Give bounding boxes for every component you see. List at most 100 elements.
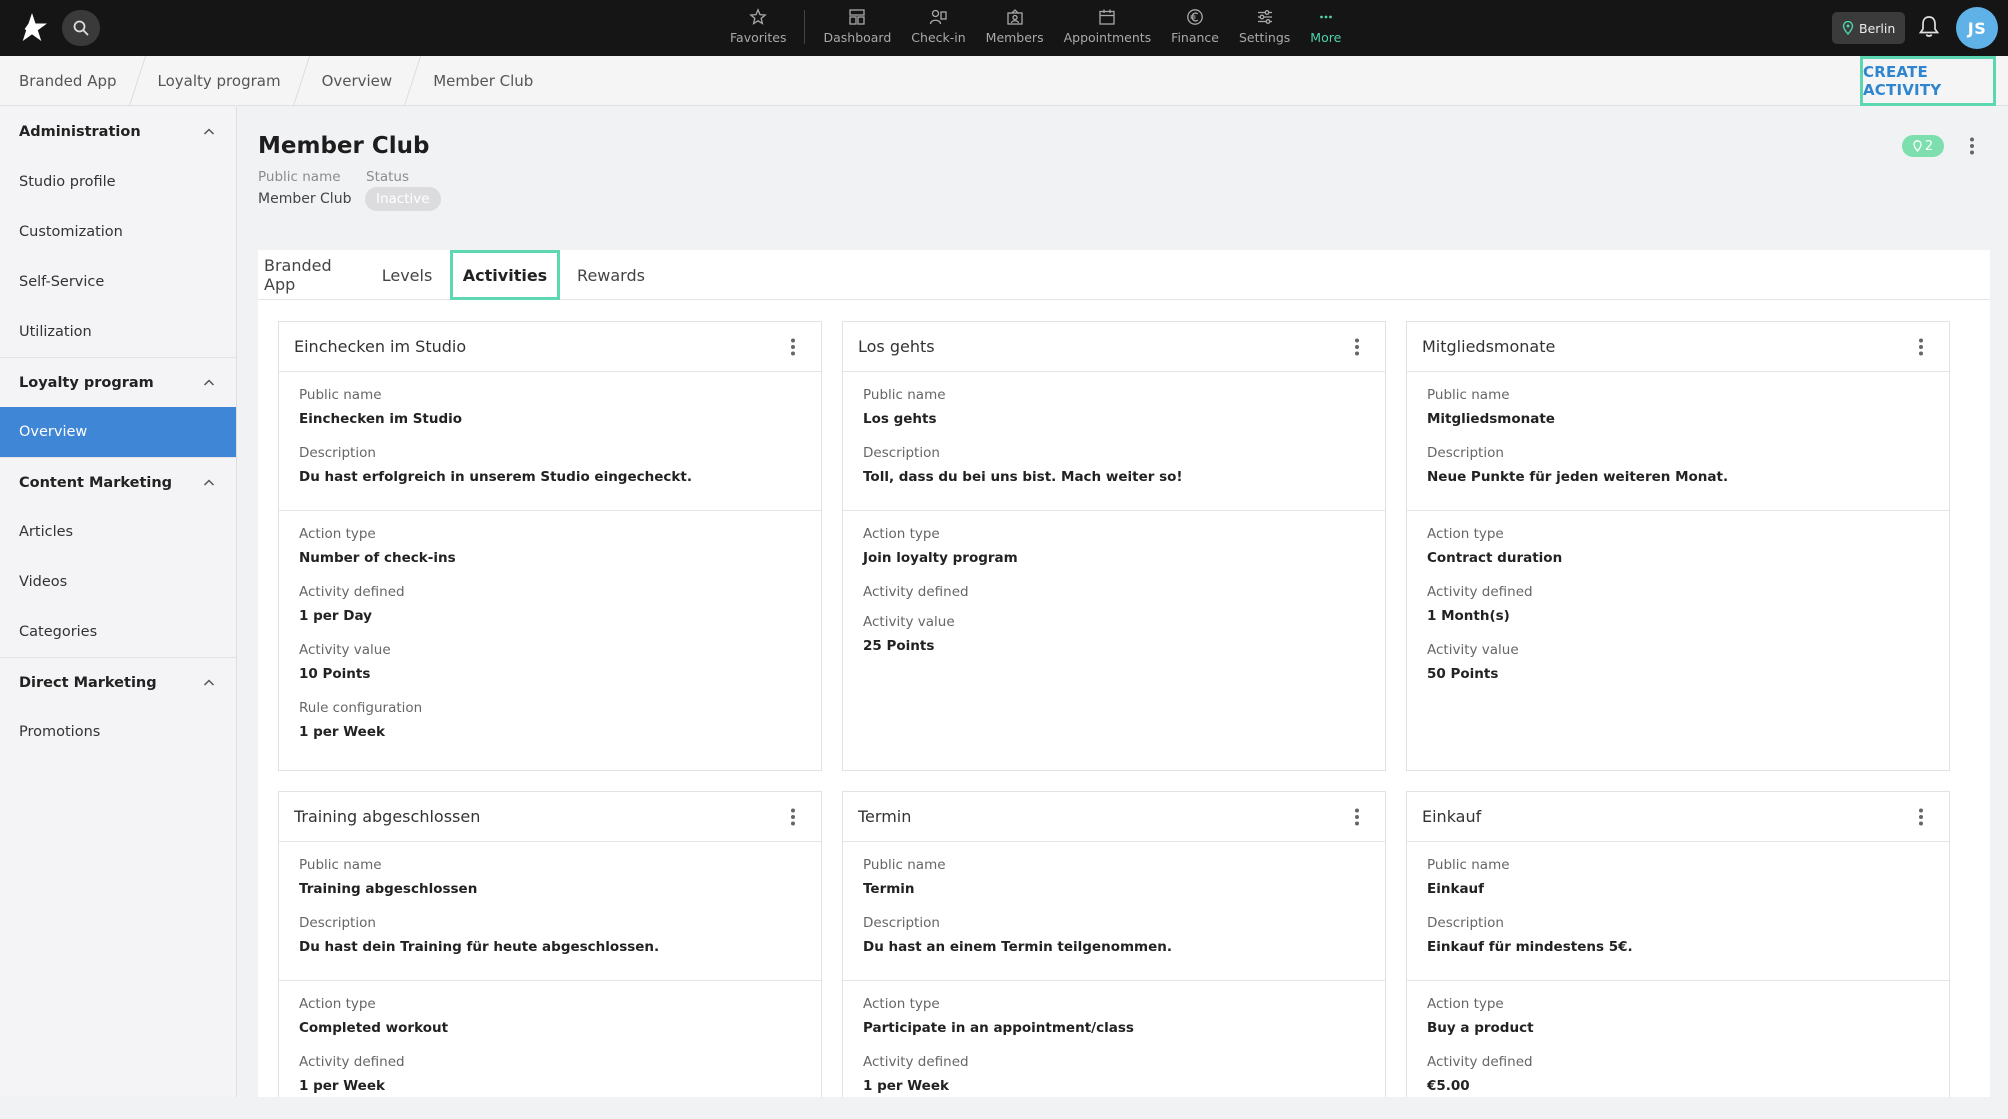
tab-rewards[interactable]: Rewards: [577, 250, 645, 300]
breadcrumb-item-branded-app[interactable]: Branded App: [0, 56, 137, 106]
card-title: Training abgeschlossen: [294, 807, 481, 826]
bell-icon[interactable]: [1916, 14, 1942, 40]
card-rules-section: Action type Join loyalty program Activit…: [843, 511, 1385, 679]
tab-bar: Branded App Levels Activities Rewards: [258, 250, 1990, 300]
public-name-label: Public name: [258, 169, 341, 185]
field-label: Activity value: [299, 642, 391, 658]
breadcrumb-item-member-club: Member Club: [433, 72, 534, 90]
page-more-button[interactable]: [1962, 133, 1982, 159]
field-value: Neue Punkte für jeden weiteren Monat.: [1427, 469, 1729, 485]
sidebar-section-administration[interactable]: Administration: [0, 107, 236, 157]
sidebar-item-overview[interactable]: Overview: [0, 407, 236, 457]
page-title: Member Club: [258, 133, 430, 159]
field-value: Mitgliedsmonate: [1427, 411, 1555, 427]
field-label: Description: [1427, 915, 1504, 931]
sidebar-item-videos[interactable]: Videos: [0, 557, 236, 607]
field-label: Action type: [1427, 996, 1504, 1012]
more-vertical-icon: [1919, 808, 1923, 825]
nav-label: Settings: [1239, 30, 1291, 45]
activity-card: Training abgeschlossen Public name Train…: [278, 791, 822, 1097]
nav-appointments[interactable]: Appointments: [1054, 6, 1162, 45]
field-value: 1 per Week: [299, 1078, 385, 1094]
nav-finance[interactable]: Finance: [1161, 6, 1229, 45]
search-button[interactable]: [62, 10, 100, 46]
card-more-button[interactable]: [1349, 806, 1365, 828]
sidebar-item-articles[interactable]: Articles: [0, 507, 236, 557]
card-more-button[interactable]: [785, 806, 801, 828]
chevron-up-icon: [203, 128, 215, 135]
card-info-section: Public name Training abgeschlossen Descr…: [279, 842, 821, 981]
create-activity-button[interactable]: CREATE ACTIVITY: [1860, 56, 1996, 106]
nav-settings[interactable]: Settings: [1229, 6, 1300, 45]
card-more-button[interactable]: [785, 336, 801, 358]
sidebar-section-direct-marketing[interactable]: Direct Marketing: [0, 657, 236, 707]
sidebar-item-self-service[interactable]: Self-Service: [0, 257, 236, 307]
sidebar-item-promotions[interactable]: Promotions: [0, 707, 236, 757]
user-avatar[interactable]: JS: [1956, 7, 1998, 49]
field-label: Action type: [863, 996, 940, 1012]
location-selector[interactable]: Berlin: [1832, 12, 1906, 44]
nav-check-in[interactable]: Check-in: [901, 6, 975, 45]
nav-label: Favorites: [730, 30, 787, 45]
card-more-button[interactable]: [1913, 806, 1929, 828]
nav-members[interactable]: Members: [976, 6, 1054, 45]
field-value: 1 per Day: [299, 608, 372, 624]
card-title: Los gehts: [858, 337, 935, 356]
tab-activities[interactable]: Activities: [450, 250, 560, 300]
card-info-section: Public name Einchecken im Studio Descrip…: [279, 372, 821, 511]
field-label: Public name: [1427, 387, 1510, 403]
field-label: Description: [863, 915, 940, 931]
nav-label: Check-in: [911, 30, 966, 45]
card-rules-section: Action type Contract duration Activity d…: [1407, 511, 1949, 707]
dashboard-icon: [849, 9, 866, 25]
card-header: Einkauf: [1407, 792, 1949, 842]
sidebar-section-loyalty-program[interactable]: Loyalty program: [0, 357, 236, 407]
field-label: Activity defined: [863, 1054, 969, 1070]
field-label: Action type: [299, 526, 376, 542]
top-bar: Favorites Dashboard Check-in Members App…: [0, 0, 2008, 56]
field-value: €5.00: [1427, 1078, 1470, 1094]
nav-favorites[interactable]: Favorites: [720, 6, 796, 45]
field-value: 1 per Week: [299, 724, 385, 740]
nav-label: More: [1310, 30, 1342, 45]
breadcrumb-item-overview[interactable]: Overview: [302, 56, 413, 106]
check-in-icon: [930, 9, 948, 25]
field-value: Participate in an appointment/class: [863, 1020, 1134, 1036]
status-badge: Inactive: [365, 187, 441, 211]
field-value: Buy a product: [1427, 1020, 1534, 1036]
card-more-button[interactable]: [1913, 336, 1929, 358]
field-label: Activity defined: [299, 584, 405, 600]
tab-branded-app[interactable]: Branded App: [264, 250, 364, 300]
sidebar-item-studio-profile[interactable]: Studio profile: [0, 157, 236, 207]
field-label: Activity defined: [863, 584, 969, 600]
more-vertical-icon: [791, 808, 795, 825]
breadcrumb-item-loyalty-program[interactable]: Loyalty program: [138, 56, 301, 106]
nav-label: Dashboard: [823, 30, 892, 45]
activity-card: Los gehts Public name Los gehts Descript…: [842, 321, 1386, 771]
sidebar-item-customization[interactable]: Customization: [0, 207, 236, 257]
search-icon: [73, 20, 89, 36]
activity-card: Mitgliedsmonate Public name Mitgliedsmon…: [1406, 321, 1950, 771]
location-count-badge[interactable]: 2: [1902, 135, 1944, 157]
field-value: 10 Points: [299, 666, 371, 682]
sidebar-item-utilization[interactable]: Utilization: [0, 307, 236, 357]
card-title: Einchecken im Studio: [294, 337, 467, 356]
sidebar-section-title: Loyalty program: [19, 374, 154, 391]
field-label: Public name: [863, 857, 946, 873]
card-more-button[interactable]: [1349, 336, 1365, 358]
field-value: Contract duration: [1427, 550, 1563, 566]
field-label: Public name: [299, 387, 382, 403]
nav-label: Members: [985, 30, 1044, 45]
location-label: Berlin: [1859, 20, 1896, 36]
field-label: Activity value: [1427, 642, 1519, 658]
sidebar-section-content-marketing[interactable]: Content Marketing: [0, 457, 236, 507]
logo-star-icon[interactable]: [14, 10, 50, 46]
field-label: Description: [299, 445, 376, 461]
activity-card: Einchecken im Studio Public name Einchec…: [278, 321, 822, 771]
field-value: 25 Points: [863, 638, 935, 654]
nav-dashboard[interactable]: Dashboard: [813, 6, 901, 45]
tab-levels[interactable]: Levels: [382, 250, 433, 300]
activity-card: Einkauf Public name Einkauf Description …: [1406, 791, 1950, 1097]
sidebar-item-categories[interactable]: Categories: [0, 607, 236, 657]
nav-more[interactable]: More: [1300, 6, 1351, 45]
